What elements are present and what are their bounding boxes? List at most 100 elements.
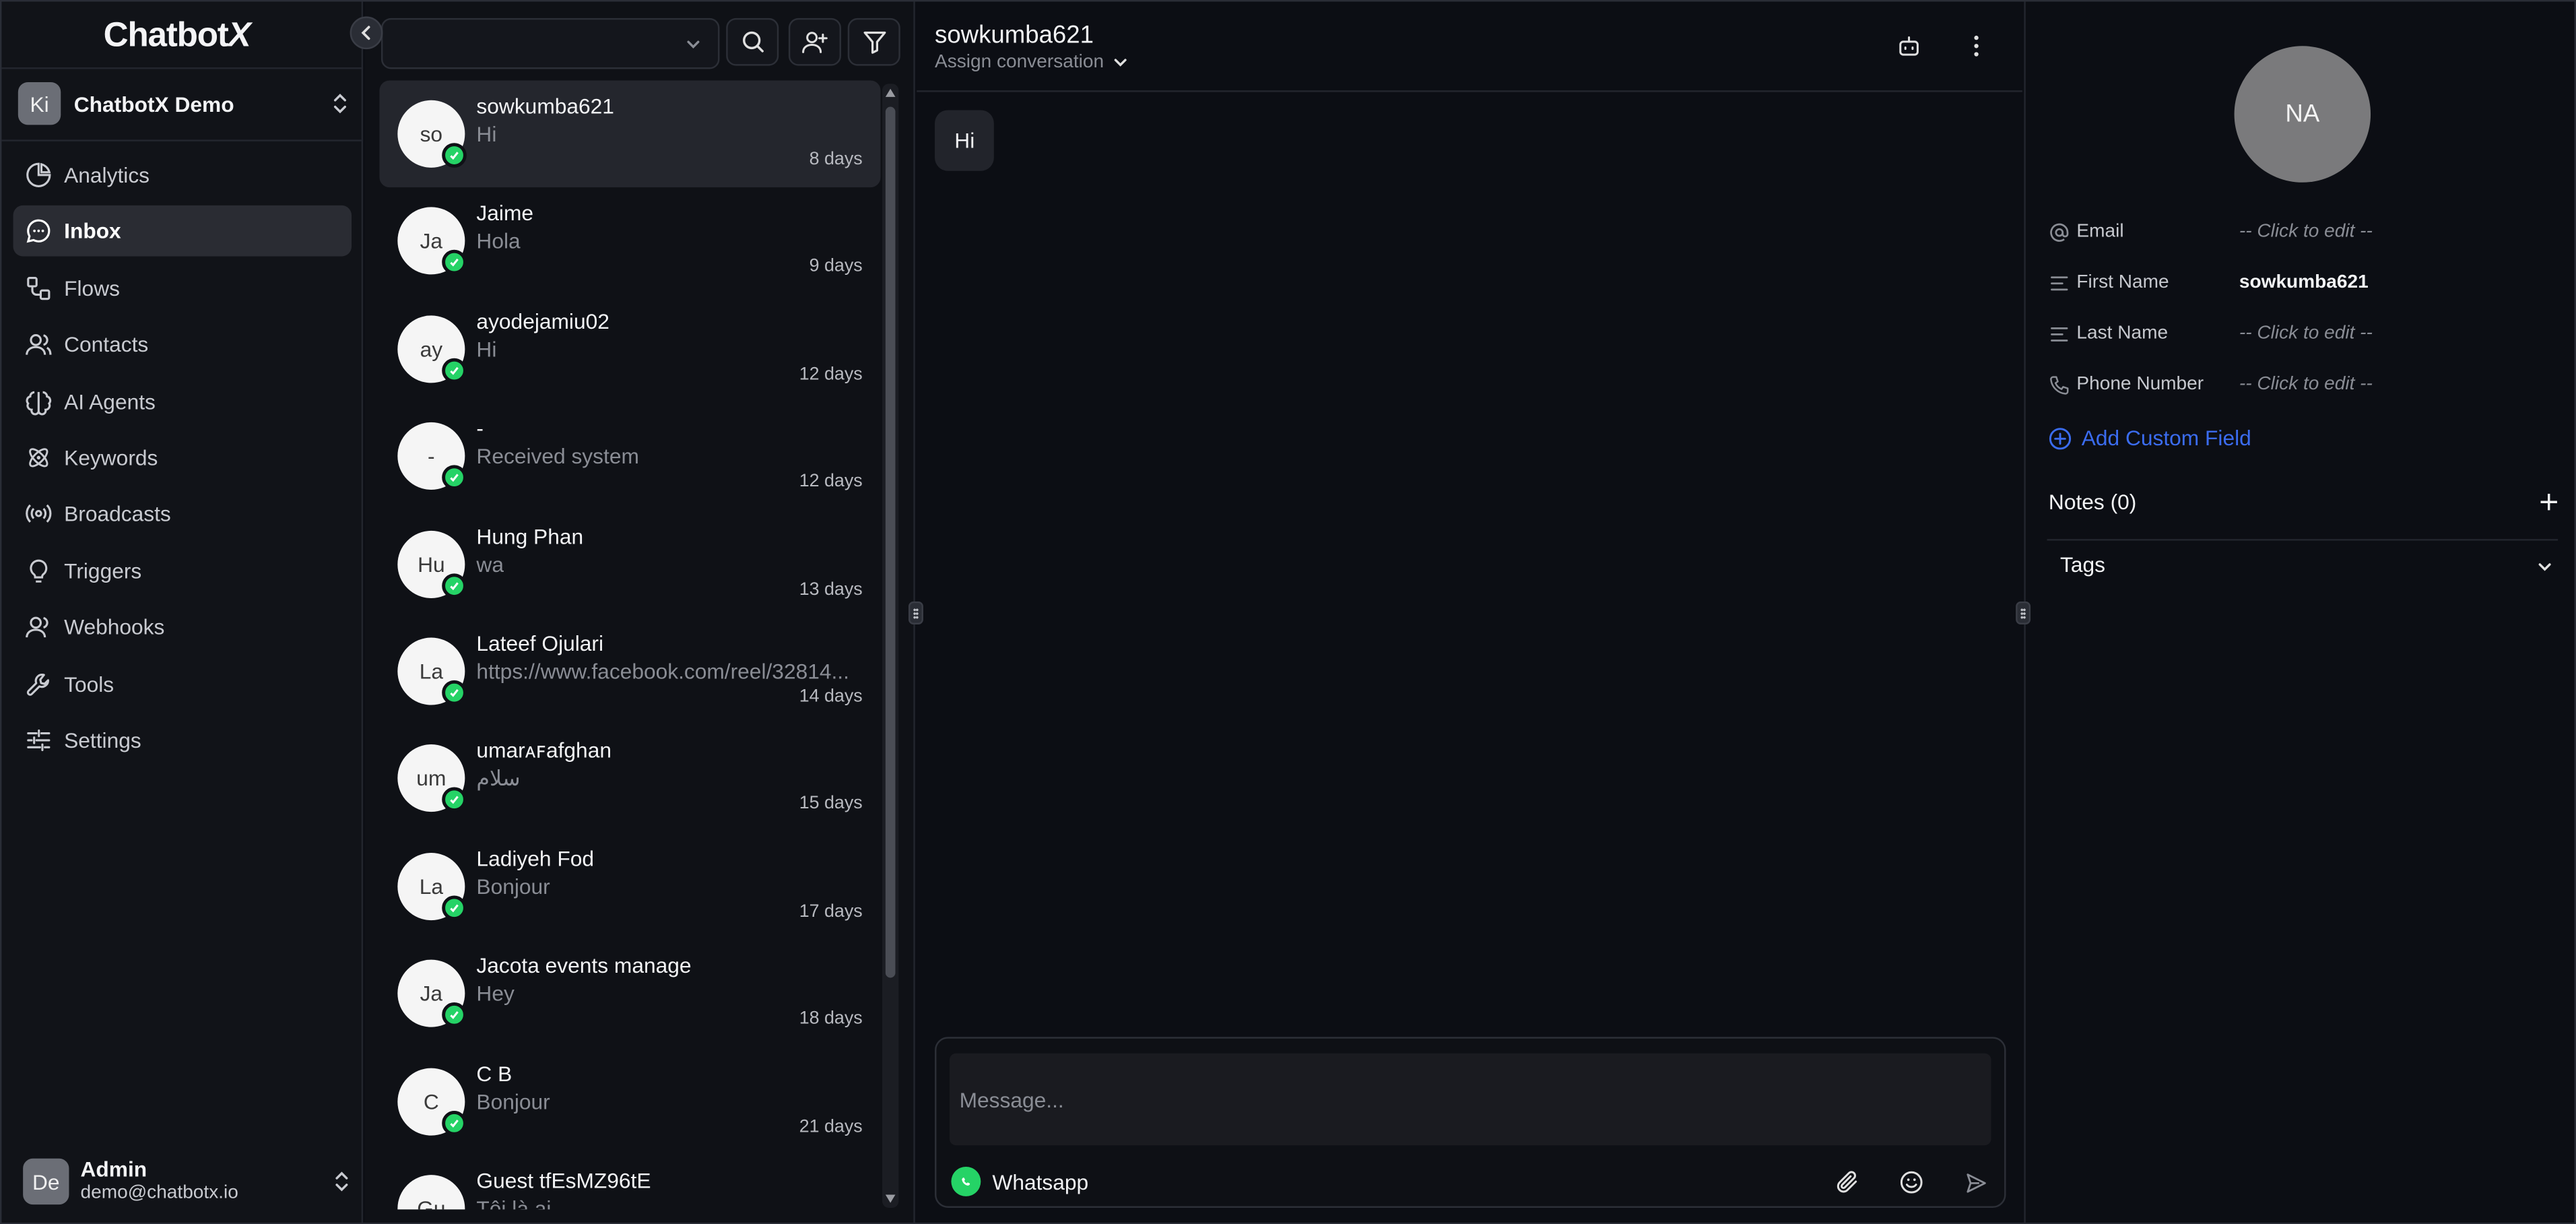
wrench-icon <box>26 672 49 695</box>
conversation-time: 13 days <box>799 579 863 600</box>
assign-conversation-dropdown[interactable]: Assign conversation <box>935 53 1129 72</box>
nav-item-triggers[interactable]: Triggers <box>13 545 352 596</box>
contact-avatar: Gu <box>397 1174 465 1210</box>
contact-field-value[interactable]: sowkumba621 <box>2239 273 2369 292</box>
sidebar: ChatbotX Ki ChatbotX Demo Analytics Inbo… <box>1 1 364 1223</box>
conversation-name: Hung Phan <box>476 523 584 548</box>
paperclip-icon <box>1837 1171 1857 1193</box>
main-nav: Analytics Inbox Flows Contacts AI Agents… <box>13 150 352 771</box>
nav-item-analytics[interactable]: Analytics <box>13 150 352 201</box>
grip-icon <box>913 607 919 619</box>
contact-details-panel: NA Email -- Click to edit -- First Name … <box>2024 1 2575 1223</box>
workspace-switcher[interactable]: Ki ChatbotX Demo <box>18 82 350 125</box>
conversation-item[interactable]: C C B Bonjour 21 days <box>380 1048 881 1155</box>
nav-item-keywords[interactable]: Keywords <box>13 432 352 483</box>
nav-item-settings[interactable]: Settings <box>13 715 352 766</box>
contact-field-phone: Phone Number -- Click to edit -- <box>2049 370 2558 399</box>
nav-item-contacts[interactable]: Contacts <box>13 319 352 371</box>
conversation-item[interactable]: ay ayodejamiu02 Hi 12 days <box>380 296 881 404</box>
message-input[interactable] <box>949 1053 1991 1146</box>
scroll-up-icon[interactable] <box>885 88 896 97</box>
conversation-preview: Hola <box>476 229 521 254</box>
resize-handle-left[interactable] <box>908 601 923 624</box>
nav-item-inbox[interactable]: Inbox <box>13 205 352 257</box>
conversation-preview: Hi <box>476 121 497 147</box>
contact-field-value[interactable]: -- Click to edit -- <box>2239 222 2373 241</box>
user-menu[interactable]: De Admin demo@chatbotx.io <box>23 1157 352 1206</box>
conversation-item[interactable]: um umarᴀꜰafghan سلام 15 days <box>380 726 881 833</box>
pie-chart-icon <box>26 162 51 187</box>
conversation-name: Lateef Ojulari <box>476 631 604 656</box>
conversation-name: ayodejamiu02 <box>476 309 609 333</box>
notes-section: Notes (0) <box>2049 490 2558 515</box>
text-lines-icon <box>2051 276 2068 290</box>
send-button[interactable] <box>1962 1168 1989 1196</box>
filter-button[interactable] <box>847 18 900 66</box>
chevron-updown-icon <box>333 94 346 114</box>
conversation-item[interactable]: Ja Jaime Hola 9 days <box>380 188 881 296</box>
conversation-item[interactable]: Ja Jacota events manage Hey 18 days <box>380 940 881 1048</box>
bot-button[interactable] <box>1894 31 1924 61</box>
whatsapp-icon <box>442 250 467 276</box>
conversation-name: Ladiyeh Fod <box>476 845 594 871</box>
conversation-list-scrollbar[interactable] <box>882 84 899 1208</box>
conversation-time: 18 days <box>799 1009 863 1029</box>
attach-button[interactable] <box>1833 1168 1861 1196</box>
whatsapp-icon <box>442 1002 467 1027</box>
conversation-name: C B <box>476 1060 513 1086</box>
nav-item-flows[interactable]: Flows <box>13 263 352 314</box>
contact-field-value[interactable]: -- Click to edit -- <box>2239 375 2373 394</box>
sliders-icon <box>27 729 51 751</box>
add-custom-field-button[interactable]: Add Custom Field <box>2049 426 2251 450</box>
conversation-time: 12 days <box>799 364 863 385</box>
emoji-icon <box>1900 1171 1923 1194</box>
conversation-item[interactable]: Hu Hung Phan wa 13 days <box>380 511 881 618</box>
conversation-list: so sowkumba621 Hi 8 days Ja Jaime Hola 9… <box>379 80 881 1210</box>
nav-item-webhooks[interactable]: Webhooks <box>13 602 352 653</box>
nav-item-broadcasts[interactable]: Broadcasts <box>13 488 352 540</box>
more-vertical-icon <box>1974 35 1979 57</box>
collapse-sidebar-button[interactable] <box>350 16 383 50</box>
conversation-item[interactable]: - - Received system 12 days <box>380 403 881 511</box>
scroll-down-icon[interactable] <box>885 1194 896 1203</box>
conversation-time: 9 days <box>809 257 863 277</box>
text-lines-icon <box>2051 326 2068 341</box>
brain-icon <box>26 390 52 415</box>
add-note-button[interactable] <box>2540 485 2558 519</box>
emoji-button[interactable] <box>1898 1168 1925 1196</box>
lightbulb-icon <box>30 558 48 583</box>
contact-field-value[interactable]: -- Click to edit -- <box>2239 324 2373 344</box>
conversation-time: 14 days <box>799 686 863 707</box>
message-composer: Whatsapp <box>935 1037 2006 1208</box>
channel-selector[interactable]: Whatsapp <box>951 1166 1088 1196</box>
whatsapp-icon <box>442 573 467 598</box>
tags-section-toggle[interactable]: Tags <box>2060 552 2553 577</box>
atom-icon <box>29 448 48 468</box>
whatsapp-icon <box>442 465 467 490</box>
conversation-preview: Bonjour <box>476 1089 550 1114</box>
search-button[interactable] <box>726 18 779 66</box>
conversation-item[interactable]: La Lateef Ojulari https://www.facebook.c… <box>380 618 881 726</box>
conversation-name: - <box>476 416 484 441</box>
conversation-time: 15 days <box>799 794 863 814</box>
nav-item-ai-agents[interactable]: AI Agents <box>13 376 352 427</box>
more-options-button[interactable] <box>1962 31 1991 61</box>
conversation-time: 21 days <box>799 1116 863 1136</box>
whatsapp-icon <box>442 1109 467 1135</box>
conversation-item[interactable]: La Ladiyeh Fod Bonjour 17 days <box>380 833 881 940</box>
conversation-preview: https://www.facebook.com/reel/32814... <box>476 659 849 684</box>
conversation-name: sowkumba621 <box>476 94 614 119</box>
search-icon <box>741 31 763 53</box>
inbox-filter-select[interactable] <box>381 18 720 69</box>
scroll-thumb[interactable] <box>885 106 896 978</box>
chat-pane: sowkumba621 Assign conversation Hi Whats… <box>917 1 2022 1223</box>
conversation-preview: wa <box>476 551 504 577</box>
user-avatar: De <box>23 1158 69 1205</box>
add-contact-button[interactable] <box>788 18 841 66</box>
contact-avatar-large: NA <box>2234 46 2371 183</box>
resize-handle-right[interactable] <box>2016 601 2031 624</box>
conversation-time: 12 days <box>799 472 863 492</box>
conversation-item[interactable]: Gu Guest tfEsMZ96tE Tôi là ai <box>380 1155 881 1210</box>
nav-item-tools[interactable]: Tools <box>13 658 352 709</box>
conversation-item[interactable]: so sowkumba621 Hi 8 days <box>379 80 881 189</box>
